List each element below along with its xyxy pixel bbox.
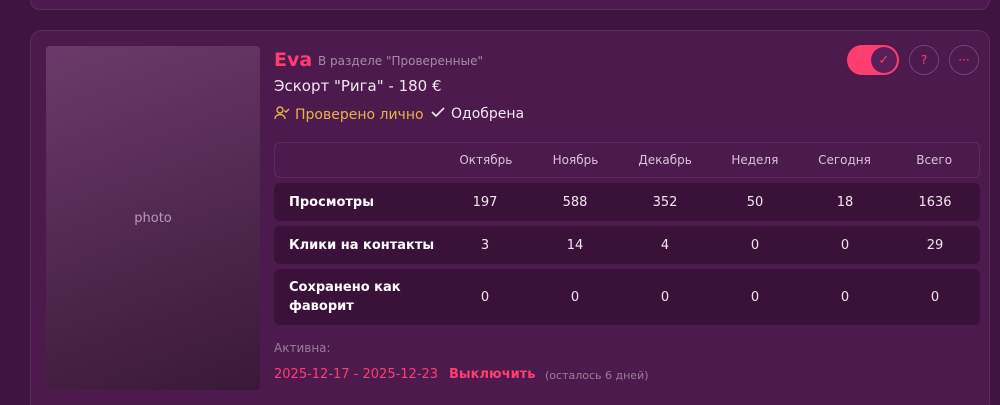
stats-table: Октябрь Ноябрь Декабрь Неделя Сегодня Вс… [274,142,980,325]
stats-header-cell: Октябрь [459,153,513,167]
stats-cell: 50 [746,194,764,210]
stats-row-label: Клики на контакты [289,237,435,253]
stats-cell: 0 [570,289,580,305]
stats-row-views: Просмотры 197 588 352 50 18 1636 [274,183,980,221]
stats-cell: 29 [926,237,944,253]
stats-cell: 0 [750,237,760,253]
help-button[interactable]: ? [909,45,939,75]
stats-cell: 0 [660,289,670,305]
stats-cell: 352 [652,194,678,210]
photo-placeholder-icon: photo [134,210,172,226]
stats-header-cell: Всего [916,153,953,167]
profile-photo-placeholder[interactable]: photo [46,46,260,390]
stats-cell: 18 [836,194,854,210]
check-icon [431,106,445,122]
previous-listing-card [30,0,990,10]
approved-status: Одобрена [431,106,524,122]
stats-header-cell: Неделя [731,153,779,167]
listing-subtitle: Эскорт "Рига" - 180 € [274,77,442,95]
stats-row-label: Сохранено как фаворит [289,280,401,314]
active-toggle[interactable]: ✓ [847,45,899,75]
more-options-button[interactable]: ··· [949,45,979,75]
stats-cell: 0 [930,289,940,305]
person-check-icon [274,106,290,124]
stats-header-cell: Сегодня [818,153,871,167]
section-label: В разделе "Проверенные" [318,54,483,68]
stats-cell: 3 [480,237,490,253]
listing-name[interactable]: Eva [274,49,312,71]
stats-header-cell: Ноябрь [552,153,599,167]
active-label: Активна: [274,341,331,355]
stats-cell: 588 [562,194,588,210]
stats-cell: 14 [566,237,584,253]
stats-cell: 0 [840,237,850,253]
stats-cell: 0 [840,289,850,305]
stats-header-cell: Декабрь [638,153,692,167]
verified-label: Проверено лично [295,107,424,123]
stats-row-contact-clicks: Клики на контакты 3 14 4 0 0 29 [274,226,980,264]
approved-label: Одобрена [451,106,525,122]
stats-header-row: Октябрь Ноябрь Декабрь Неделя Сегодня Вс… [274,142,980,178]
stats-row-favorites: Сохранено как фаворит 0 0 0 0 0 0 [274,269,980,325]
stats-row-label: Просмотры [289,194,374,210]
active-dates: 2025-12-17 - 2025-12-23 [274,367,439,382]
verified-badge: Проверено лично [274,106,424,124]
listing-controls: ✓ ? ··· [847,45,979,75]
days-remaining: (осталось 6 дней) [545,369,649,382]
stats-cell: 4 [660,237,670,253]
stats-cell: 0 [750,289,760,305]
disable-button[interactable]: Выключить [449,367,535,382]
stats-cell: 0 [480,289,490,305]
listing-card: photo Eva В разделе "Проверенные" Эскорт… [30,30,990,405]
stats-cell: 1636 [918,194,952,210]
stats-cell: 197 [472,194,498,210]
toggle-check-icon: ✓ [871,47,897,73]
